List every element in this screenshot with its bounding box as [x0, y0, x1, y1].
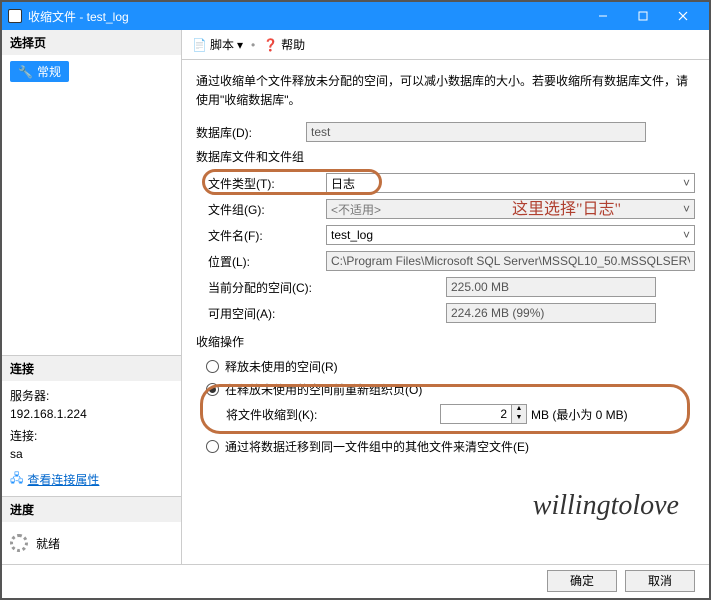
- chevron-down-icon: ˅: [683, 202, 690, 216]
- ok-button[interactable]: 确定: [547, 570, 617, 592]
- location-label: 位置(L):: [196, 253, 326, 270]
- maximize-button[interactable]: [623, 3, 663, 29]
- radio-icon: [206, 440, 219, 453]
- server-value: 192.168.1.224: [10, 407, 173, 421]
- content-area: 📄 脚本 ▾ • ❓ 帮助 通过收缩单个文件释放未分配的空间，可以减小数据库的大…: [182, 30, 709, 564]
- sidebar-item-general[interactable]: 🔧 常规: [10, 61, 69, 82]
- database-field: [306, 122, 646, 142]
- available-field: [446, 303, 656, 323]
- spin-up-icon[interactable]: ▲: [512, 405, 526, 414]
- radio-reorganize[interactable]: 在释放未使用的空间前重新组织页(O): [206, 381, 695, 398]
- chevron-down-icon: ▾: [237, 38, 243, 52]
- close-button[interactable]: [663, 3, 703, 29]
- sidebar-item-label: 常规: [37, 63, 61, 80]
- shrink-to-spinner[interactable]: ▲▼: [440, 404, 527, 424]
- wrench-icon: 🔧: [18, 65, 33, 79]
- select-page-header: 选择页: [2, 30, 181, 55]
- allocated-field: [446, 277, 656, 297]
- progress-header: 进度: [2, 497, 181, 522]
- description-text: 通过收缩单个文件释放未分配的空间，可以减小数据库的大小。若要收缩所有数据库文件，…: [182, 60, 709, 122]
- conn-label: 连接:: [10, 427, 173, 444]
- shrink-to-label: 将文件收缩到(K):: [226, 406, 436, 423]
- shrink-ops-header: 收缩操作: [196, 333, 695, 350]
- filegroup-select: <不适用> ˅: [326, 199, 695, 219]
- conn-value: sa: [10, 447, 173, 461]
- cancel-button[interactable]: 取消: [625, 570, 695, 592]
- chevron-down-icon: ˅: [683, 228, 690, 242]
- toolbar: 📄 脚本 ▾ • ❓ 帮助: [182, 30, 709, 60]
- highlight-filetype: [202, 169, 382, 195]
- radio-release-unused[interactable]: 释放未使用的空间(R): [206, 358, 695, 375]
- chevron-down-icon: ˅: [683, 176, 690, 190]
- radio-icon: [206, 360, 219, 373]
- minimize-button[interactable]: [583, 3, 623, 29]
- script-button[interactable]: 📄 脚本 ▾: [192, 36, 243, 53]
- location-field: [326, 251, 695, 271]
- app-icon: [8, 9, 22, 23]
- radio-icon: [206, 383, 219, 396]
- view-connection-props-link[interactable]: 查看连接属性: [27, 471, 99, 488]
- help-icon: ❓: [263, 38, 278, 52]
- titlebar: 收缩文件 - test_log: [2, 2, 709, 30]
- filename-select[interactable]: test_log ˅: [326, 225, 695, 245]
- connection-header: 连接: [2, 356, 181, 381]
- spin-down-icon[interactable]: ▼: [512, 414, 526, 423]
- files-header: 数据库文件和文件组: [196, 148, 695, 165]
- annotation-select-log: 这里选择"日志": [512, 195, 621, 219]
- shrink-to-suffix: MB (最小为 0 MB): [531, 406, 628, 423]
- help-button[interactable]: ❓ 帮助: [263, 36, 305, 53]
- filename-label: 文件名(F):: [196, 227, 326, 244]
- progress-status: 就绪: [36, 535, 60, 552]
- filegroup-label: 文件组(G):: [196, 201, 326, 218]
- window-title: 收缩文件 - test_log: [28, 8, 583, 25]
- allocated-label: 当前分配的空间(C):: [196, 279, 446, 296]
- footer: 确定 取消: [2, 564, 709, 596]
- connection-props-icon: 🖧: [10, 469, 23, 490]
- separator: •: [251, 38, 255, 52]
- script-icon: 📄: [192, 38, 207, 52]
- available-label: 可用空间(A):: [196, 305, 446, 322]
- server-label: 服务器:: [10, 387, 173, 404]
- watermark: willingtolove: [533, 490, 679, 522]
- radio-empty-file[interactable]: 通过将数据迁移到同一文件组中的其他文件来清空文件(E): [206, 438, 695, 455]
- progress-spinner-icon: [10, 534, 28, 552]
- sidebar: 选择页 🔧 常规 连接 服务器: 192.168.1.224 连接: sa 🖧 …: [2, 30, 182, 564]
- database-label: 数据库(D):: [196, 124, 306, 141]
